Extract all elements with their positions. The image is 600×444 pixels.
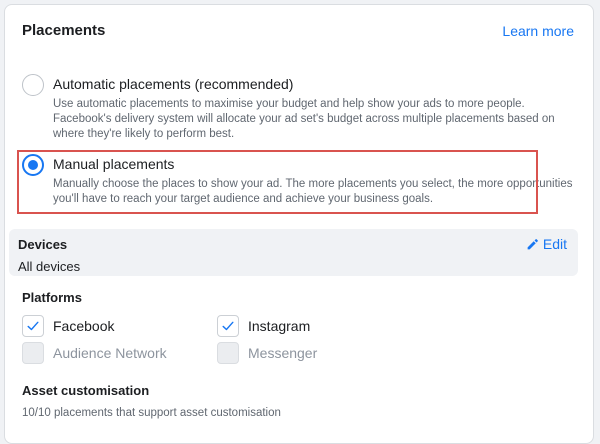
platform-audience-network: Audience Network	[22, 342, 167, 364]
platform-messenger: Messenger	[217, 342, 317, 364]
instagram-checkbox[interactable]	[217, 315, 239, 337]
devices-edit-button[interactable]: Edit	[526, 236, 567, 252]
platform-facebook[interactable]: Facebook	[22, 315, 114, 337]
audience-network-checkbox	[22, 342, 44, 364]
facebook-checkbox[interactable]	[22, 315, 44, 337]
devices-value: All devices	[18, 259, 81, 274]
placements-title: Placements	[22, 22, 106, 39]
devices-title: Devices	[18, 237, 68, 252]
edit-label: Edit	[542, 236, 567, 252]
devices-panel: Devices All devices Edit	[9, 229, 578, 276]
pencil-icon	[526, 238, 539, 251]
learn-more-link[interactable]: Learn more	[502, 23, 574, 39]
messenger-label: Messenger	[248, 345, 318, 361]
checkmark-icon	[222, 321, 234, 331]
automatic-placements-radio[interactable]	[22, 74, 44, 96]
automatic-placements-description: Use automatic placements to maximise you…	[53, 98, 555, 140]
checkmark-icon	[27, 321, 39, 331]
instagram-label: Instagram	[248, 318, 311, 334]
asset-customisation-title: Asset customisation	[22, 383, 150, 398]
placements-card: Placements Learn more Automatic placemen…	[4, 4, 594, 444]
manual-placements-highlight	[17, 150, 538, 214]
messenger-checkbox	[217, 342, 239, 364]
audience-network-label: Audience Network	[53, 345, 167, 361]
platform-instagram[interactable]: Instagram	[217, 315, 310, 337]
platforms-title: Platforms	[22, 290, 82, 305]
automatic-placements-label: Automatic placements (recommended)	[53, 76, 294, 92]
asset-customisation-description: 10/10 placements that support asset cust…	[22, 407, 281, 419]
facebook-label: Facebook	[53, 318, 115, 334]
